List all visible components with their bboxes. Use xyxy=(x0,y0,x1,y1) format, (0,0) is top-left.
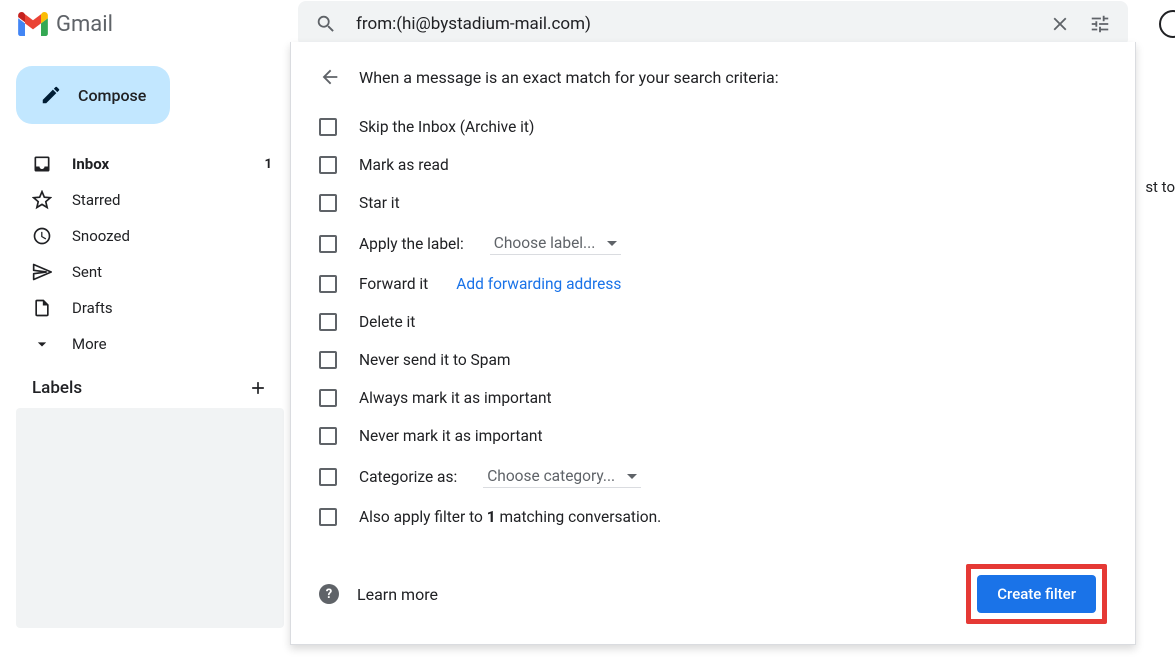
back-arrow-icon[interactable] xyxy=(319,66,341,88)
learn-more-wrap: ? Learn more xyxy=(319,584,438,604)
sent-label: Sent xyxy=(72,263,102,281)
label-never-important: Never mark it as important xyxy=(359,427,543,445)
sidebar-item-sent[interactable]: Sent xyxy=(10,254,290,290)
clear-search-button[interactable] xyxy=(1040,4,1080,44)
inbox-icon xyxy=(32,154,52,174)
sidebar: Compose Inbox 1 Starred Snoozed Sent Dra… xyxy=(0,48,290,661)
labels-heading: Labels xyxy=(32,378,82,398)
starred-label: Starred xyxy=(72,191,120,209)
gmail-logo-area[interactable]: Gmail xyxy=(8,12,298,37)
dropdown-choose-label-text: Choose label... xyxy=(494,234,596,252)
sidebar-item-snoozed[interactable]: Snoozed xyxy=(10,218,290,254)
label-skip-inbox: Skip the Inbox (Archive it) xyxy=(359,118,534,136)
send-icon xyxy=(32,262,52,282)
checkbox-never-important[interactable] xyxy=(319,427,337,445)
label-never-spam: Never send it to Spam xyxy=(359,351,511,369)
checkbox-forward[interactable] xyxy=(319,275,337,293)
label-mark-read: Mark as read xyxy=(359,156,449,174)
snoozed-label: Snoozed xyxy=(72,227,130,245)
checkbox-skip-inbox[interactable] xyxy=(319,118,337,136)
tune-icon xyxy=(1089,13,1111,35)
dropdown-choose-label[interactable]: Choose label... xyxy=(490,232,622,255)
filter-row-star: Star it xyxy=(319,184,1107,222)
filter-row-apply-label: Apply the label: Choose label... xyxy=(319,222,1107,265)
sidebar-item-starred[interactable]: Starred xyxy=(10,182,290,218)
filter-row-never-important: Never mark it as important xyxy=(319,417,1107,455)
checkbox-mark-read[interactable] xyxy=(319,156,337,174)
search-input[interactable] xyxy=(346,14,1040,34)
learn-more-link[interactable]: Learn more xyxy=(357,585,438,604)
inbox-count: 1 xyxy=(265,157,272,172)
checkbox-always-important[interactable] xyxy=(319,389,337,407)
content-area: st to When a message is an exact match f… xyxy=(290,48,1175,661)
filter-row-never-spam: Never send it to Spam xyxy=(319,341,1107,379)
more-label: More xyxy=(72,335,107,353)
filter-row-mark-read: Mark as read xyxy=(319,146,1107,184)
clock-icon xyxy=(32,226,52,246)
filter-heading: When a message is an exact match for you… xyxy=(359,68,779,87)
label-always-important: Always mark it as important xyxy=(359,389,552,407)
labels-empty-area xyxy=(16,408,284,628)
dropdown-arrow-icon xyxy=(627,474,637,479)
gmail-logo-icon xyxy=(18,12,48,36)
checkbox-never-spam[interactable] xyxy=(319,351,337,369)
compose-button[interactable]: Compose xyxy=(16,66,170,124)
drafts-label: Drafts xyxy=(72,299,113,317)
file-icon xyxy=(32,298,52,318)
filter-panel: When a message is an exact match for you… xyxy=(290,42,1136,645)
dropdown-choose-category-text: Choose category... xyxy=(487,467,615,485)
compose-label: Compose xyxy=(78,86,146,105)
close-icon xyxy=(1049,13,1071,35)
label-forward: Forward it xyxy=(359,275,428,293)
checkbox-star[interactable] xyxy=(319,194,337,212)
inbox-label: Inbox xyxy=(72,155,109,173)
label-categorize: Categorize as: xyxy=(359,468,457,486)
search-icon xyxy=(315,13,337,35)
label-apply-label: Apply the label: xyxy=(359,235,464,253)
filter-row-forward: Forward it Add forwarding address xyxy=(319,265,1107,303)
checkbox-categorize[interactable] xyxy=(319,468,337,486)
create-filter-button[interactable]: Create filter xyxy=(977,575,1096,613)
labels-header: Labels xyxy=(10,362,290,408)
sidebar-item-inbox[interactable]: Inbox 1 xyxy=(10,146,290,182)
filter-row-delete: Delete it xyxy=(319,303,1107,341)
filter-row-skip-inbox: Skip the Inbox (Archive it) xyxy=(319,108,1107,146)
search-icon-button[interactable] xyxy=(306,4,346,44)
label-star: Star it xyxy=(359,194,400,212)
search-bar xyxy=(298,1,1128,47)
checkbox-delete[interactable] xyxy=(319,313,337,331)
star-icon xyxy=(32,190,52,210)
pencil-icon xyxy=(40,84,62,106)
sidebar-item-drafts[interactable]: Drafts xyxy=(10,290,290,326)
checkbox-also-apply[interactable] xyxy=(319,508,337,526)
dropdown-arrow-icon xyxy=(607,241,617,246)
gmail-title: Gmail xyxy=(56,12,113,37)
background-partial-text: st to xyxy=(1145,178,1175,196)
link-add-forwarding[interactable]: Add forwarding address xyxy=(456,275,621,293)
highlight-annotation: Create filter xyxy=(966,564,1107,624)
filter-row-always-important: Always mark it as important xyxy=(319,379,1107,417)
help-icon[interactable]: ? xyxy=(319,584,339,604)
dropdown-choose-category[interactable]: Choose category... xyxy=(483,465,641,488)
plus-icon[interactable] xyxy=(248,378,268,398)
sidebar-item-more[interactable]: More xyxy=(10,326,290,362)
label-also-apply: Also apply filter to 1 matching conversa… xyxy=(359,508,661,526)
header-right-partial xyxy=(1159,10,1175,38)
label-delete: Delete it xyxy=(359,313,415,331)
filter-row-categorize: Categorize as: Choose category... xyxy=(319,455,1107,498)
chevron-down-icon xyxy=(32,334,52,354)
filter-row-also-apply: Also apply filter to 1 matching conversa… xyxy=(319,498,1107,536)
checkbox-apply-label[interactable] xyxy=(319,235,337,253)
search-options-button[interactable] xyxy=(1080,4,1120,44)
